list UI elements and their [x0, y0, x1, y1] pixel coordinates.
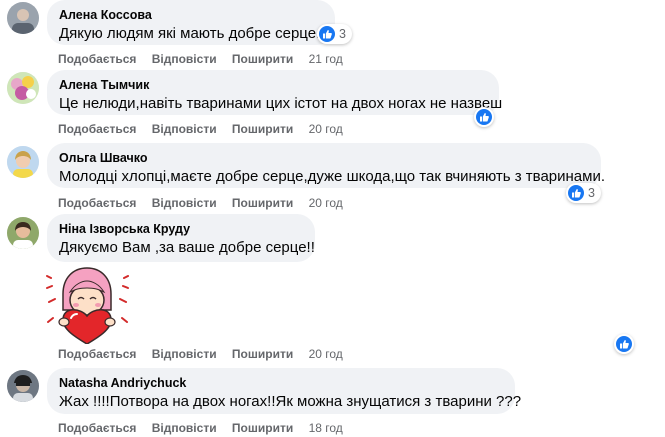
comment-bubble: Ольга Швачко Молодці хлопці,маєте добре … — [47, 143, 605, 188]
reaction-count[interactable] — [614, 334, 634, 354]
comment-actions: Подобається Відповісти Поширити 18 год — [58, 420, 343, 436]
like-icon — [616, 336, 632, 352]
share-link[interactable]: Поширити — [232, 195, 293, 211]
share-link[interactable]: Поширити — [232, 51, 293, 67]
comment-bubble: Natasha Andriychuck Жах !!!!Потвора на д… — [47, 368, 522, 414]
avatar[interactable] — [7, 370, 39, 402]
timestamp[interactable]: 18 год — [309, 420, 343, 436]
comment-bubble: Ніна Ізворська Круду Дякуємо Вам ,за ваш… — [47, 214, 315, 262]
share-link[interactable]: Поширити — [232, 346, 293, 362]
avatar[interactable] — [7, 217, 39, 249]
comment-bubble: Алена Тымчик Це нелюди,навіть тваринами … — [47, 70, 503, 115]
like-icon — [319, 26, 335, 42]
like-icon — [568, 185, 584, 201]
like-link[interactable]: Подобається — [58, 346, 136, 362]
comment-text: Це нелюди,навіть тваринами цих істот на … — [59, 95, 503, 112]
timestamp[interactable]: 21 год — [309, 51, 343, 67]
share-link[interactable]: Поширити — [232, 420, 293, 436]
reaction-count[interactable]: 3 — [317, 24, 352, 44]
reply-link[interactable]: Відповісти — [152, 51, 217, 67]
comment-author[interactable]: Ольга Швачко — [59, 150, 589, 166]
reply-link[interactable]: Відповісти — [152, 195, 217, 211]
comment-author[interactable]: Алена Коссова — [59, 7, 323, 23]
comment-text: Дякуємо Вам ,за ваше добре серце!! — [59, 239, 315, 256]
avatar[interactable] — [7, 72, 39, 104]
reply-link[interactable]: Відповісти — [152, 420, 217, 436]
like-icon — [476, 109, 492, 125]
comment-bubble: Алена Коссова Дякую людям які мають добр… — [47, 0, 335, 45]
girl-with-heart-sticker — [45, 264, 130, 345]
like-link[interactable]: Подобається — [58, 121, 136, 137]
comment-actions: Подобається Відповісти Поширити 20 год — [58, 346, 343, 362]
like-link[interactable]: Подобається — [58, 420, 136, 436]
reaction-count[interactable]: 3 — [566, 183, 601, 203]
timestamp[interactable]: 20 год — [309, 121, 343, 137]
comment-author[interactable]: Ніна Ізворська Круду — [59, 221, 303, 237]
comment-actions: Подобається Відповісти Поширити 21 год — [58, 51, 343, 67]
timestamp[interactable]: 20 год — [309, 346, 343, 362]
avatar[interactable] — [7, 2, 39, 34]
share-link[interactable]: Поширити — [232, 121, 293, 137]
reaction-count[interactable] — [474, 107, 494, 127]
comment-text: Дякую людям які мають добре серце. — [59, 25, 321, 42]
like-link[interactable]: Подобається — [58, 195, 136, 211]
reaction-number: 3 — [588, 186, 595, 200]
comment-author[interactable]: Алена Тымчик — [59, 77, 487, 93]
reaction-number: 3 — [339, 27, 346, 41]
reply-link[interactable]: Відповісти — [152, 346, 217, 362]
comment-text: Жах !!!!Потвора на двох ногах!!Як можна … — [59, 393, 522, 410]
timestamp[interactable]: 20 год — [309, 195, 343, 211]
comment-author[interactable]: Natasha Andriychuck — [59, 375, 503, 391]
comment-actions: Подобається Відповісти Поширити 20 год — [58, 195, 343, 211]
reply-link[interactable]: Відповісти — [152, 121, 217, 137]
avatar[interactable] — [7, 146, 39, 178]
comment-text: Молодці хлопці,маєте добре серце,дуже шк… — [59, 168, 605, 185]
like-link[interactable]: Подобається — [58, 51, 136, 67]
comment-actions: Подобається Відповісти Поширити 20 год — [58, 121, 343, 137]
